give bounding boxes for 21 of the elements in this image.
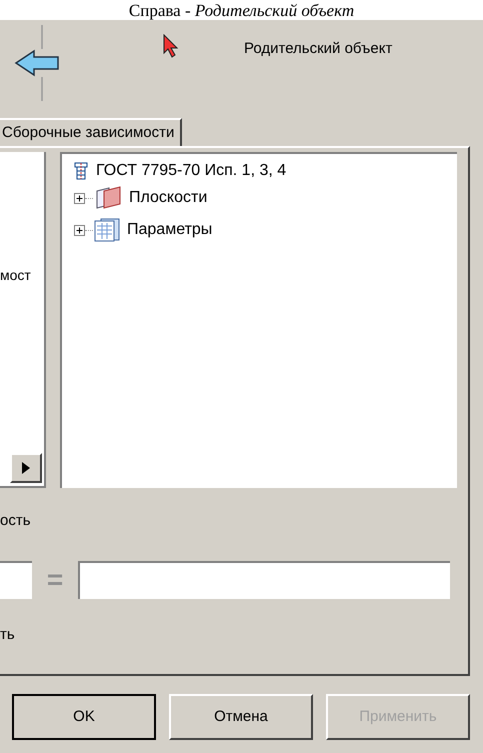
expand-icon[interactable] [74,192,85,204]
cursor-icon [162,34,180,58]
list-item: мост [0,266,32,285]
dialog-button[interactable]: OK [12,694,156,740]
dialog-button[interactable]: Отмена [169,694,313,740]
right-triangle-icon [22,462,30,474]
scroll-right-button[interactable] [10,453,42,483]
tree-item[interactable]: Плоскости [129,186,208,210]
table-icon [93,218,121,242]
tree-item[interactable]: ГОСТ 7795-70 Исп. 1, 3, 4 [96,159,286,183]
parent-object-label: Родительский объект [244,39,392,59]
expand-icon[interactable] [74,224,85,236]
tab[interactable]: Сборочные зависимости [0,118,182,146]
tree-item[interactable]: Параметры [127,218,212,242]
field-label: ть [0,625,16,645]
caption: Справа - Родительский объект [128,2,354,20]
input-field[interactable] [0,561,32,599]
field-label: ость [0,511,32,530]
equals-sign: = [46,566,64,594]
bolt-icon [74,162,88,180]
input-field[interactable] [78,561,450,599]
